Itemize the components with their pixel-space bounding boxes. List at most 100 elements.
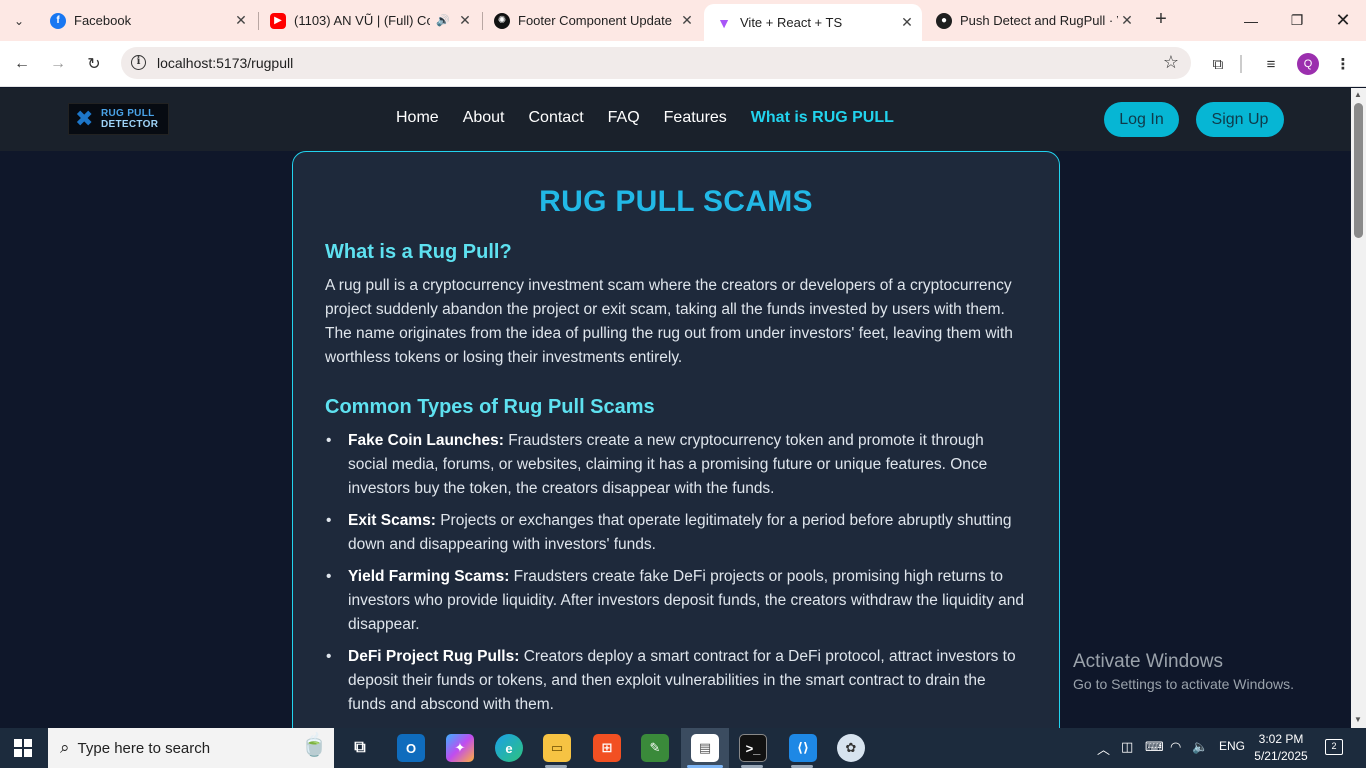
task-view-icon[interactable]: ⧉ bbox=[346, 734, 374, 762]
bookmark-star-icon[interactable]: ☆ bbox=[1163, 52, 1179, 73]
tab-youtube[interactable]: ▶ (1103) AN VŨ | (Full) Cơ 🔊 ✕ bbox=[258, 0, 480, 41]
scroll-down-arrow-icon[interactable]: ▼ bbox=[1354, 715, 1362, 724]
site-navbar: ✖ RUG PULL DETECTOR Home About Contact F… bbox=[0, 88, 1351, 151]
logo-mark-icon: ✖ bbox=[75, 106, 94, 131]
section-heading-types: Common Types of Rug Pull Scams bbox=[325, 396, 655, 418]
copilot-icon[interactable]: ✦ bbox=[446, 734, 474, 762]
close-tab-icon[interactable]: ✕ bbox=[678, 12, 696, 29]
list-item-term: DeFi Project Rug Pulls: bbox=[348, 648, 520, 665]
notepad-plus-icon[interactable]: ✎ bbox=[641, 734, 669, 762]
vscode-icon[interactable]: ⟨⟩ bbox=[789, 734, 817, 762]
site-info-icon[interactable]: i bbox=[131, 55, 146, 70]
content-card: RUG PULL SCAMS What is a Rug Pull? A rug… bbox=[292, 151, 1060, 728]
main-nav: Home About Contact FAQ Features What is … bbox=[396, 109, 894, 127]
nav-about[interactable]: About bbox=[463, 109, 505, 127]
github-icon: ● bbox=[936, 12, 952, 29]
watermark-title: Activate Windows bbox=[1073, 651, 1223, 672]
browser-tab-strip: ⌄ f Facebook ✕ ▶ (1103) AN VŨ | (Full) C… bbox=[0, 0, 1366, 41]
edge-icon[interactable]: e bbox=[495, 734, 523, 762]
youtube-icon: ▶ bbox=[270, 12, 286, 29]
terminal-icon[interactable]: >_ bbox=[739, 734, 767, 762]
close-window-button[interactable]: ✕ bbox=[1320, 0, 1366, 41]
minimize-button[interactable]: — bbox=[1228, 0, 1274, 41]
watermark-subtitle: Go to Settings to activate Windows. bbox=[1073, 676, 1294, 692]
close-tab-icon[interactable]: ✕ bbox=[232, 12, 250, 29]
document-app-icon[interactable]: ▤ bbox=[691, 734, 719, 762]
search-icon: ⌕ bbox=[60, 738, 70, 757]
scroll-up-arrow-icon[interactable]: ▲ bbox=[1354, 90, 1362, 99]
tab-footer-component[interactable]: ✺ Footer Component Update ✕ bbox=[482, 0, 702, 41]
close-tab-icon[interactable]: ✕ bbox=[898, 14, 916, 31]
restore-button[interactable]: ❐ bbox=[1274, 0, 1320, 41]
vite-icon: ▼ bbox=[717, 14, 731, 31]
language-indicator[interactable]: ENG bbox=[1219, 739, 1245, 753]
logo-line-1: RUG PULL bbox=[101, 108, 155, 119]
facebook-icon: f bbox=[50, 12, 66, 29]
list-item: • Fake Coin Launches: Fraudsters create a… bbox=[325, 429, 1027, 501]
notification-count: 2 bbox=[1331, 741, 1337, 751]
nav-home[interactable]: Home bbox=[396, 109, 439, 127]
microsoft-store-icon[interactable]: ⊞ bbox=[593, 734, 621, 762]
extensions-icon[interactable]: ⧉ bbox=[1206, 52, 1230, 76]
list-item: • Exit Scams: Projects or exchanges that … bbox=[325, 509, 1027, 557]
search-highlight-icon: 🍵 bbox=[300, 732, 328, 757]
nav-what-is-rug-pull[interactable]: What is RUG PULL bbox=[751, 109, 894, 127]
wifi-icon[interactable]: ◠ bbox=[1170, 739, 1181, 755]
input-method-icon[interactable]: ⌨ bbox=[1145, 739, 1164, 755]
browser-toolbar: ← → ↻ i localhost:5173/rugpull ☆ ⧉ ≡ Q ⋮ bbox=[0, 41, 1366, 87]
system-clock[interactable]: 3:02 PM 5/21/2025 bbox=[1250, 731, 1312, 765]
close-tab-icon[interactable]: ✕ bbox=[456, 12, 474, 29]
page-title: RUG PULL SCAMS bbox=[539, 185, 813, 218]
file-explorer-icon[interactable]: ▭ bbox=[543, 734, 571, 762]
bullet-icon: • bbox=[326, 432, 332, 449]
address-bar[interactable]: i localhost:5173/rugpull ☆ bbox=[121, 47, 1191, 79]
close-tab-icon[interactable]: ✕ bbox=[1118, 12, 1136, 29]
more-menu-icon[interactable]: ⋮ bbox=[1331, 52, 1355, 76]
paint-icon[interactable]: ✿ bbox=[837, 734, 865, 762]
scrollbar-thumb[interactable] bbox=[1354, 103, 1363, 238]
back-button[interactable]: ← bbox=[9, 51, 35, 77]
new-tab-button[interactable]: + bbox=[1149, 8, 1173, 32]
windows-start-icon[interactable] bbox=[14, 739, 32, 757]
tab-search-icon[interactable]: ⌄ bbox=[6, 8, 32, 34]
reload-button[interactable]: ↻ bbox=[81, 51, 107, 77]
activate-windows-watermark: Activate Windows Go to Settings to activ… bbox=[1073, 651, 1294, 692]
tray-expand-icon[interactable]: ︿ bbox=[1097, 739, 1110, 758]
toolbar-divider bbox=[1240, 55, 1242, 73]
forward-button[interactable]: → bbox=[45, 51, 71, 77]
site-logo[interactable]: ✖ RUG PULL DETECTOR bbox=[68, 103, 169, 135]
media-controls-icon[interactable]: ≡ bbox=[1259, 52, 1283, 76]
speaker-icon[interactable]: 🔊 bbox=[436, 14, 450, 27]
meet-now-icon[interactable]: ◫ bbox=[1121, 739, 1133, 755]
tab-vite-react[interactable]: ▼ Vite + React + TS ✕ bbox=[704, 4, 922, 41]
list-item-term: Exit Scams: bbox=[348, 512, 436, 529]
clock-date: 5/21/2025 bbox=[1254, 749, 1308, 763]
bullet-icon: • bbox=[326, 568, 332, 585]
tab-facebook[interactable]: f Facebook ✕ bbox=[38, 0, 256, 41]
page-scrollbar[interactable]: ▲ ▼ bbox=[1351, 88, 1366, 728]
notification-center-icon[interactable]: 2 bbox=[1325, 739, 1343, 755]
url-text[interactable]: localhost:5173/rugpull bbox=[157, 55, 293, 71]
web-page: ✖ RUG PULL DETECTOR Home About Contact F… bbox=[0, 88, 1351, 728]
logo-line-2: DETECTOR bbox=[101, 119, 159, 130]
windows-taskbar: ⌕ Type here to search 🍵 ⧉ O ✦ e ▭ ⊞ ✎ ▤ … bbox=[0, 728, 1366, 768]
bullet-icon: • bbox=[326, 648, 332, 665]
outlook-icon[interactable]: O bbox=[397, 734, 425, 762]
list-item-term: Fake Coin Launches: bbox=[348, 432, 504, 449]
volume-icon[interactable]: 🔈 bbox=[1192, 739, 1208, 755]
section-heading-what-is: What is a Rug Pull? bbox=[325, 241, 512, 263]
signup-button[interactable]: Sign Up bbox=[1196, 102, 1284, 137]
scam-types-list: • Fake Coin Launches: Fraudsters create a… bbox=[325, 429, 1027, 717]
nav-faq[interactable]: FAQ bbox=[608, 109, 640, 127]
taskbar-search-box[interactable]: ⌕ Type here to search 🍵 bbox=[48, 728, 334, 768]
profile-avatar[interactable]: Q bbox=[1297, 53, 1319, 75]
chatgpt-icon: ✺ bbox=[494, 12, 510, 29]
nav-contact[interactable]: Contact bbox=[529, 109, 584, 127]
nav-features[interactable]: Features bbox=[664, 109, 727, 127]
list-item-term: Yield Farming Scams: bbox=[348, 568, 510, 585]
list-item: • DeFi Project Rug Pulls: Creators deploy… bbox=[325, 645, 1027, 717]
section-paragraph-definition: A rug pull is a cryptocurrency investmen… bbox=[325, 277, 1013, 366]
login-button[interactable]: Log In bbox=[1104, 102, 1179, 137]
search-placeholder: Type here to search bbox=[77, 739, 211, 757]
tab-github[interactable]: ● Push Detect and RugPull · V ✕ bbox=[924, 0, 1142, 41]
